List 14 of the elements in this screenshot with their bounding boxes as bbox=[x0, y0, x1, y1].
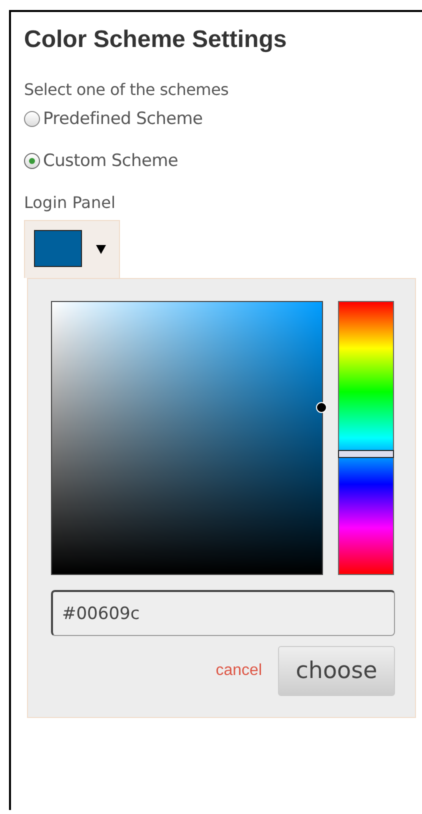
choose-button[interactable]: choose bbox=[278, 646, 395, 696]
radio-button[interactable] bbox=[24, 111, 40, 127]
radio-label[interactable]: Predefined Scheme bbox=[43, 109, 203, 129]
picker-cursor-icon[interactable] bbox=[316, 402, 328, 413]
page-title: Color Scheme Settings bbox=[24, 26, 288, 54]
hex-input-field[interactable]: #00609c bbox=[51, 590, 395, 636]
caret-icon bbox=[96, 244, 106, 254]
instruction-text: Select one of the schemes bbox=[24, 80, 230, 99]
color-dropdown-button[interactable] bbox=[24, 220, 120, 278]
radio-label[interactable]: Custom Scheme bbox=[43, 151, 178, 171]
hue-slider-thumb[interactable] bbox=[338, 450, 394, 458]
hue-slider[interactable] bbox=[338, 301, 394, 575]
section-label: Login Panel bbox=[24, 193, 116, 212]
radio-button[interactable] bbox=[24, 153, 40, 169]
